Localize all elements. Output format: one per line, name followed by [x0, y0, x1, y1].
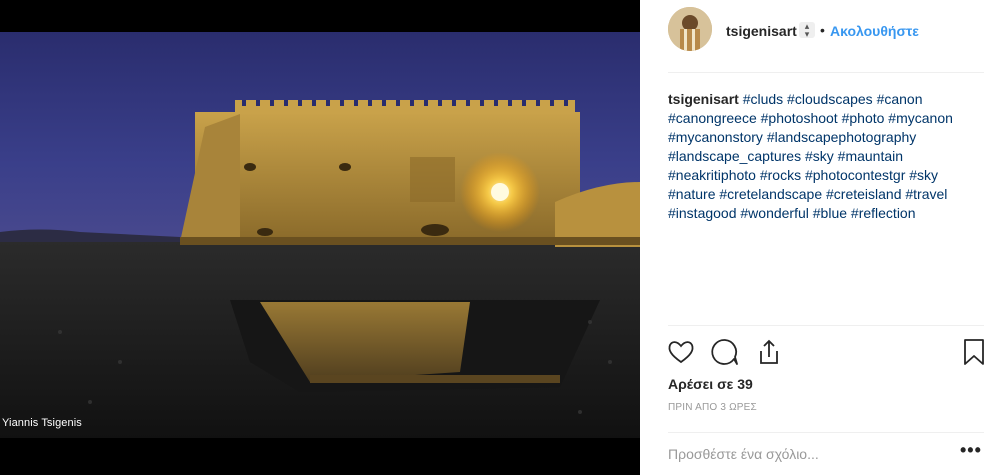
- photo-pane: Yiannis Tsigenis: [0, 0, 640, 475]
- action-bar: [666, 337, 996, 367]
- post-caption: tsigenisart #cluds #cloudscapes #canon #…: [668, 90, 988, 223]
- post-photo[interactable]: [0, 32, 640, 438]
- post-timestamp[interactable]: ΠΡΙΝ ΑΠΟ 3 ΩΡΕΣ: [668, 402, 757, 413]
- post-username[interactable]: tsigenisart: [726, 23, 797, 39]
- likes-count[interactable]: Αρέσει σε 39: [668, 376, 753, 392]
- comment-icon: [711, 339, 738, 365]
- comment-divider: [668, 432, 984, 433]
- save-button[interactable]: [959, 337, 989, 367]
- avatar-image: [668, 7, 712, 51]
- header-divider: [668, 72, 984, 73]
- caption-hashtags[interactable]: #cluds #cloudscapes #canon #canongreece …: [668, 91, 953, 221]
- avatar[interactable]: [668, 7, 712, 51]
- comment-button[interactable]: [710, 337, 740, 367]
- post-panel: tsigenisart ▴ ▾ • Ακολουθήστε tsigenisart…: [640, 0, 1000, 475]
- actions-divider: [668, 325, 984, 326]
- account-switch-icon[interactable]: ▴ ▾: [799, 22, 815, 39]
- like-button[interactable]: [666, 337, 696, 367]
- photo-watermark: Yiannis Tsigenis: [2, 417, 82, 429]
- heart-icon: [668, 341, 694, 364]
- caption-username[interactable]: tsigenisart: [668, 91, 739, 107]
- separator-dot: •: [820, 22, 825, 38]
- more-options-icon[interactable]: •••: [960, 440, 982, 461]
- comment-input[interactable]: [668, 443, 938, 465]
- fortress-photo: [0, 32, 640, 438]
- follow-button[interactable]: Ακολουθήστε: [830, 23, 919, 39]
- share-button[interactable]: [754, 337, 784, 367]
- bookmark-icon: [964, 339, 984, 365]
- share-icon: [760, 339, 778, 364]
